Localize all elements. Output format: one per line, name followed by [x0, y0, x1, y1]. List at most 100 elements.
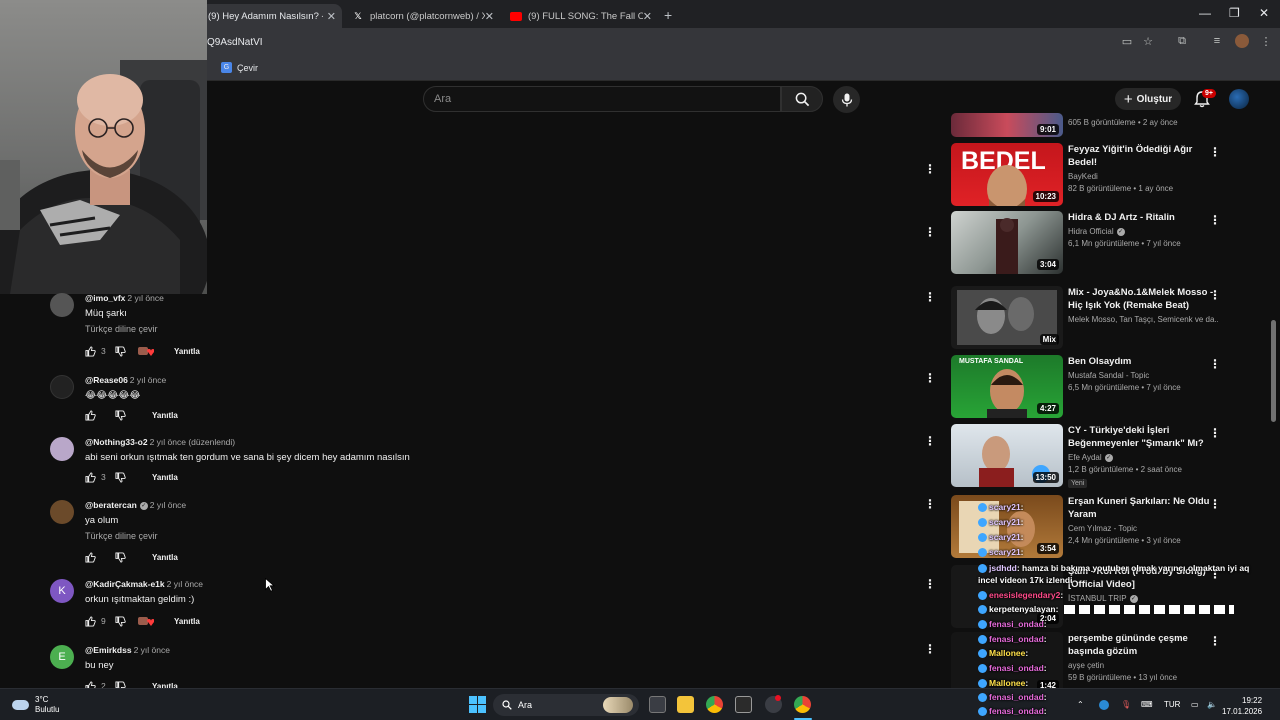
chrome-icon[interactable] [706, 696, 723, 713]
more-actions-icon[interactable]: ⋮ [924, 497, 936, 511]
channel-name[interactable]: Mustafa Sandal - Topic [1068, 371, 1218, 380]
comment-time[interactable]: 2 yıl önce [150, 500, 186, 510]
keyboard-icon[interactable]: ⌨ [1141, 700, 1153, 709]
more-actions-icon[interactable]: ⋮ [1209, 213, 1221, 227]
video-title[interactable]: Hidra & DJ Artz - Ritalin [1068, 211, 1218, 224]
system-clock[interactable]: 19:22 17.01.2026 [1222, 695, 1262, 717]
chevron-up-icon[interactable]: ⌃ [1077, 700, 1084, 709]
video-title[interactable]: Feyyaz Yiğit'in Ödediği Ağır Bedel! [1068, 143, 1218, 169]
channel-name[interactable]: Hidra Official [1068, 227, 1114, 236]
channel-name[interactable]: Cem Yılmaz - Topic [1068, 524, 1218, 533]
channel-name[interactable]: BayKedi [1068, 172, 1218, 181]
close-icon[interactable]: ✕ [643, 10, 652, 23]
reply-button[interactable]: Yanıtla [152, 553, 178, 562]
more-actions-icon[interactable]: ⋮ [924, 577, 936, 591]
tray-app-icon[interactable] [1099, 700, 1109, 710]
avatar[interactable]: K [50, 579, 74, 603]
profile-avatar[interactable] [1235, 34, 1249, 48]
bookmark-star-icon[interactable]: ☆ [1141, 34, 1155, 48]
reply-button[interactable]: Yanıtla [174, 347, 200, 356]
video-thumbnail[interactable]: BEDEL 10:23 [951, 143, 1063, 206]
network-icon[interactable]: ▭ [1191, 700, 1199, 709]
comment-author[interactable]: @Rease06 [85, 375, 128, 385]
video-thumbnail[interactable]: MUSTAFA SANDAL 4:27 [951, 355, 1063, 418]
reply-button[interactable]: Yanıtla [174, 617, 200, 626]
more-actions-icon[interactable]: ⋮ [1209, 497, 1221, 511]
video-title[interactable]: Erşan Kuneri Şarkıları: Ne Oldu Yaram [1068, 495, 1218, 521]
new-tab-icon[interactable]: + [664, 7, 672, 23]
thumbs-down-icon[interactable] [115, 409, 126, 421]
more-actions-icon[interactable]: ⋮ [924, 225, 936, 239]
chrome-icon[interactable] [794, 696, 811, 713]
more-actions-icon[interactable]: ⋮ [924, 371, 936, 385]
thumbs-up-icon[interactable] [85, 345, 96, 357]
volume-icon[interactable]: 🔈 [1207, 700, 1217, 709]
taskbar-search-input[interactable]: Ara [493, 694, 639, 716]
media-controls-icon[interactable]: ≡ [1210, 34, 1224, 48]
more-actions-icon[interactable]: ⋮ [924, 290, 936, 304]
thumbs-up-icon[interactable] [85, 551, 96, 563]
video-title[interactable]: perşembe gününde çeşme başında gözüm [1068, 632, 1218, 658]
window-close-icon[interactable]: ✕ [1259, 6, 1269, 20]
comment-time[interactable]: 2 yıl önce (düzenlendi) [150, 437, 236, 447]
avatar[interactable] [50, 375, 74, 399]
minimize-icon[interactable]: — [1199, 6, 1211, 20]
more-actions-icon[interactable]: ⋮ [924, 162, 936, 176]
channel-name[interactable]: İSTANBUL TRIP [1068, 594, 1127, 603]
more-actions-icon[interactable]: ⋮ [1209, 145, 1221, 159]
more-actions-icon[interactable]: ⋮ [924, 642, 936, 656]
more-actions-icon[interactable]: ⋮ [1209, 426, 1221, 440]
more-actions-icon[interactable]: ⋮ [1209, 634, 1221, 648]
video-title[interactable]: Ben Olsaydım [1068, 355, 1218, 368]
scrollbar-thumb[interactable] [1271, 320, 1276, 422]
video-title[interactable]: Mix - Joya&No.1&Melek Mosso - Hiç Işık Y… [1068, 286, 1218, 312]
thumbs-down-icon[interactable] [115, 345, 126, 357]
video-title[interactable]: CY - Türkiye'deki İşleri Beğenmeyenler "… [1068, 424, 1218, 450]
video-thumbnail[interactable]: 9:01 [951, 113, 1063, 137]
reply-button[interactable]: Yanıtla [152, 411, 178, 420]
translate-link[interactable]: Türkçe diline çevir [85, 531, 158, 541]
reply-button[interactable]: Yanıtla [152, 473, 178, 482]
task-view-icon[interactable] [649, 696, 666, 713]
avatar[interactable] [50, 500, 74, 524]
thumbs-up-icon[interactable] [85, 471, 96, 483]
video-thumbnail[interactable]: 13:50 [951, 424, 1063, 487]
bookmark-translate[interactable]: G Çevir [221, 62, 258, 73]
language-indicator[interactable]: TUR [1164, 700, 1180, 709]
close-icon[interactable]: ✕ [485, 10, 494, 23]
comment-author[interactable]: @KadirÇakmak-e1k [85, 579, 165, 589]
close-icon[interactable]: ✕ [327, 10, 336, 23]
cast-icon[interactable]: ▭ [1120, 34, 1134, 48]
search-button[interactable] [781, 86, 823, 112]
comment-author[interactable]: @Nothing33-o2 [85, 437, 148, 447]
voice-search-button[interactable] [833, 86, 860, 113]
thumbs-up-icon[interactable] [85, 409, 96, 421]
comment-time[interactable]: 2 yıl önce [167, 579, 203, 589]
video-thumbnail[interactable]: 3:04 [951, 211, 1063, 274]
tab-youtube-fullsong[interactable]: (9) FULL SONG: The Fall Of Jake ✕ [502, 4, 658, 28]
url-text[interactable]: Q9AsdNatVI [207, 37, 263, 48]
comment-author[interactable]: @Emirkdss [85, 645, 132, 655]
create-button[interactable]: + Oluştur [1115, 88, 1181, 110]
avatar[interactable]: E [50, 645, 74, 669]
youtube-account-avatar[interactable] [1229, 89, 1249, 109]
more-actions-icon[interactable]: ⋮ [1209, 288, 1221, 302]
comment-time[interactable]: 2 yıl önce [127, 293, 163, 303]
file-explorer-icon[interactable] [677, 696, 694, 713]
terminal-icon[interactable] [735, 696, 752, 713]
video-thumbnail[interactable]: Mix [951, 286, 1063, 349]
tab-youtube-active[interactable]: (9) Hey Adamım Nasılsın? - You ✕ [200, 4, 342, 28]
channel-name[interactable]: Efe Aydal [1068, 453, 1102, 462]
tab-x[interactable]: 𝕏 platcorn (@platcornweb) / X ✕ [344, 4, 500, 28]
windows-start-icon[interactable] [469, 696, 486, 713]
channel-name[interactable]: ayşe çetin [1068, 661, 1218, 670]
thumbs-down-icon[interactable] [115, 615, 126, 627]
comment-time[interactable]: 2 yıl önce [130, 375, 166, 385]
chrome-menu-icon[interactable]: ⋮ [1259, 34, 1273, 48]
comment-author[interactable]: @beratercan [85, 500, 137, 510]
more-actions-icon[interactable]: ⋮ [1209, 357, 1221, 371]
thumbs-down-icon[interactable] [115, 471, 126, 483]
avatar[interactable] [50, 293, 74, 317]
search-input[interactable]: Ara [423, 86, 781, 112]
microphone-icon[interactable]: 🎙 [1121, 700, 1131, 709]
